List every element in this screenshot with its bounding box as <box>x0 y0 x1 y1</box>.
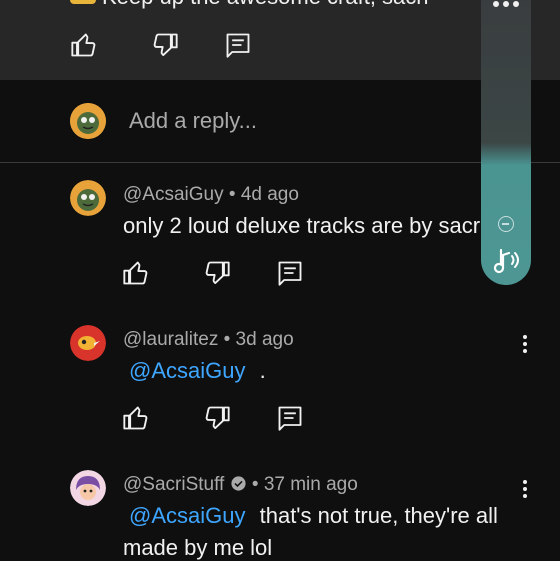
comment-meta: @AcsaiGuy • 4d ago <box>123 184 299 206</box>
reply-icon <box>278 261 302 286</box>
more-vert-icon <box>523 335 527 353</box>
comment-meta: @lauralitez • 3d ago <box>123 329 294 351</box>
comment-text: @AcsaiGuy that's not true, they're all <box>123 503 498 529</box>
emoji-icon <box>70 0 96 4</box>
dislike-button[interactable] <box>203 404 231 432</box>
thumbs-down-icon <box>205 261 230 284</box>
thumbs-up-icon <box>123 261 148 285</box>
music-note-icon[interactable] <box>491 244 523 276</box>
comment-text-line-2: made by me lol <box>123 535 273 560</box>
reply-button[interactable] <box>224 31 252 59</box>
thumbs-up-icon <box>71 33 96 57</box>
comment-text: @AcsaiGuy . <box>123 358 266 384</box>
like-button[interactable] <box>122 259 150 287</box>
dislike-button[interactable] <box>151 31 179 59</box>
meta-separator: • <box>251 474 259 495</box>
comment-meta: @SacriStuff • 37 min ago <box>123 474 358 496</box>
frog-avatar-icon <box>70 180 106 216</box>
thumbs-down-icon <box>153 33 178 56</box>
comment-time: 4d ago <box>240 184 299 205</box>
more-options-button[interactable] <box>513 332 537 356</box>
parent-comment-text: Keep up the awesome craft, sacri <box>102 0 429 10</box>
reply-input[interactable]: Add a reply... <box>129 108 257 134</box>
more-vert-icon <box>523 480 527 498</box>
reply-icon <box>278 406 302 431</box>
mention-link[interactable]: @AcsaiGuy <box>129 358 245 383</box>
thumbs-down-icon <box>205 406 230 429</box>
reply-button[interactable] <box>276 259 304 287</box>
avatar <box>70 103 106 139</box>
reply-icon <box>226 33 250 58</box>
comment-time: 3d ago <box>235 329 294 350</box>
frog-avatar-icon <box>70 103 106 139</box>
comment-text-content: that's not true, they're all <box>259 503 498 528</box>
like-button[interactable] <box>70 31 98 59</box>
panel-menu-icon[interactable] <box>489 0 523 10</box>
comment-author[interactable]: @lauralitez <box>123 329 218 350</box>
comment-time: 37 min ago <box>263 474 358 495</box>
thumbs-up-icon <box>123 406 148 430</box>
dislike-button[interactable] <box>203 259 231 287</box>
comment-text: only 2 loud deluxe tracks are by sacr <box>123 213 481 238</box>
character-avatar-icon <box>70 470 106 506</box>
avatar[interactable] <box>70 325 106 361</box>
meta-separator: • <box>223 329 231 350</box>
mention-link[interactable]: @AcsaiGuy <box>129 503 245 528</box>
avatar[interactable] <box>70 470 106 506</box>
bird-avatar-icon <box>70 325 106 361</box>
more-options-button[interactable] <box>513 477 537 501</box>
floating-side-panel[interactable] <box>481 0 531 285</box>
reply-button[interactable] <box>276 404 304 432</box>
meta-separator: • <box>228 184 236 205</box>
avatar[interactable] <box>70 180 106 216</box>
parent-comment-block: Keep up the awesome craft, sacri <box>0 0 560 80</box>
comment-text-content: . <box>259 358 266 383</box>
like-button[interactable] <box>122 404 150 432</box>
comment-author[interactable]: @SacriStuff <box>123 474 224 495</box>
minimize-icon[interactable] <box>498 216 514 232</box>
comment-author[interactable]: @AcsaiGuy <box>123 184 224 205</box>
verified-icon <box>231 476 246 491</box>
